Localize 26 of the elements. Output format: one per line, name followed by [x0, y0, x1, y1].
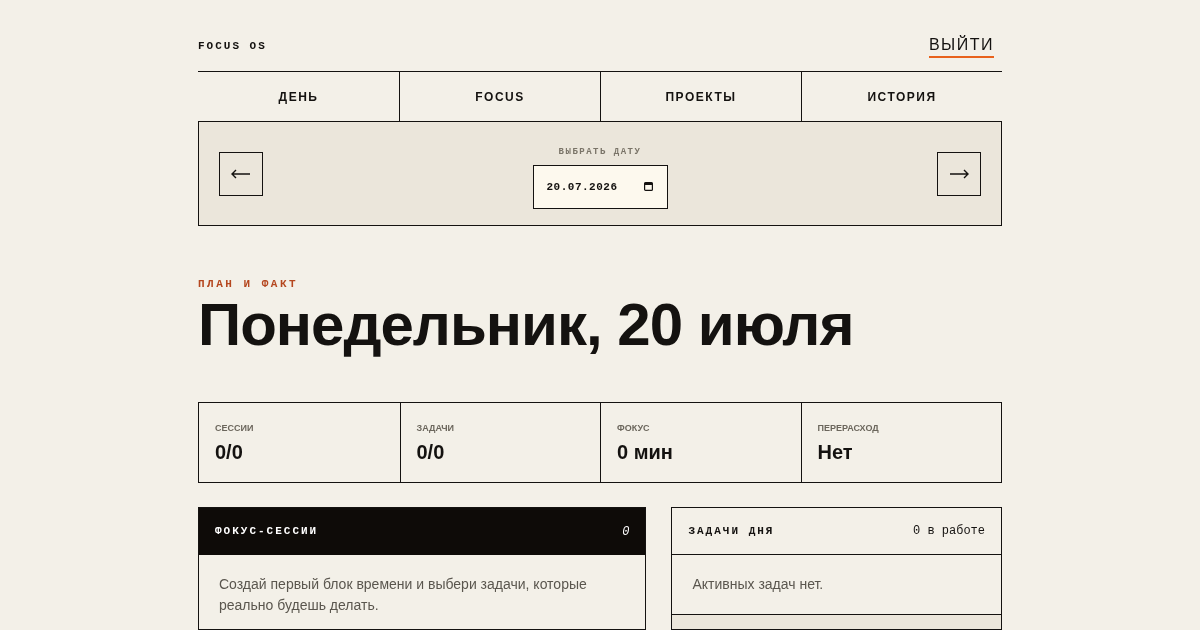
- calendar-icon: [643, 182, 653, 192]
- page-title: Понедельник, 20 июля: [198, 293, 854, 357]
- arrow-left-icon: [231, 168, 251, 179]
- panel-title: ФОКУС-СЕССИИ: [215, 524, 319, 540]
- brand-logo: FOCUS OS: [198, 39, 267, 55]
- logout-link[interactable]: ВЫЙТИ: [928, 35, 994, 58]
- stat-label: СЕССИИ: [215, 422, 254, 434]
- stat-label: ЗАДАЧИ: [416, 422, 454, 434]
- date-label: ВЫБРАТЬ ДАТУ: [558, 146, 642, 160]
- session-count: 0: [622, 523, 630, 541]
- panel-title: ЗАДАЧИ ДНЯ: [688, 523, 775, 539]
- next-day-button[interactable]: [937, 151, 981, 196]
- nav-tab[interactable]: ДЕНЬ: [198, 72, 399, 121]
- stat-value: Нет: [817, 440, 853, 464]
- empty-state-text: Активных задач нет.: [692, 575, 824, 594]
- stat-value: 0/0: [215, 440, 243, 464]
- stat-value: 0/0: [416, 440, 445, 464]
- section-eyebrow: ПЛАН И ФАКТ: [198, 277, 299, 291]
- arrow-right-icon: [949, 168, 969, 179]
- stat-value: 0 мин: [617, 440, 673, 464]
- stat-label: ФОКУС: [617, 422, 650, 434]
- date-field[interactable]: 20.07.2026: [532, 164, 668, 209]
- empty-state-text: Создай первый блок времени и выбери задачи, которые реально будешь делать.: [219, 575, 588, 615]
- stat-label: ПЕРЕРАСХОД: [817, 422, 879, 434]
- previous-day-button[interactable]: [219, 151, 263, 196]
- task-count: 0 в работе: [913, 523, 985, 540]
